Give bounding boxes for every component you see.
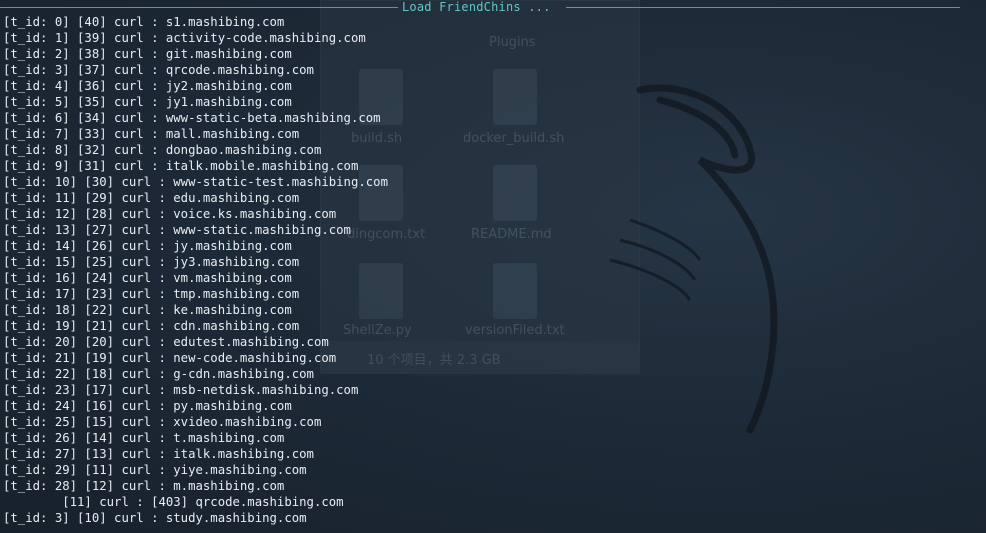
terminal-line: [t_id: 26] [14] curl : t.mashibing.com	[3, 431, 285, 445]
terminal-line: [t_id: 6] [34] curl : www-static-beta.ma…	[3, 111, 381, 125]
terminal-line: [t_id: 13] [27] curl : www-static.mashib…	[3, 223, 351, 237]
folder-label: Plugins	[489, 35, 536, 50]
terminal-line: [11] curl : [403] qrcode.mashibing.com	[3, 495, 344, 509]
terminal-line: [t_id: 21] [19] curl : new-code.mashibin…	[3, 351, 337, 365]
terminal-line: [t_id: 17] [23] curl : tmp.mashibing.com	[3, 287, 300, 301]
terminal-line: [t_id: 7] [33] curl : mall.mashibing.com	[3, 127, 300, 141]
terminal-title: Load FriendChins ...	[402, 0, 551, 14]
terminal-line: [t_id: 1] [39] curl : activity-code.mash…	[3, 31, 366, 45]
text-file-icon	[493, 263, 537, 319]
markdown-file-icon	[493, 165, 537, 221]
terminal-line: [t_id: 20] [20] curl : edutest.mashibing…	[3, 335, 329, 349]
terminal-line: [t_id: 4] [36] curl : jy2.mashibing.com	[3, 79, 292, 93]
terminal-line: [t_id: 24] [16] curl : py.mashibing.com	[3, 399, 292, 413]
terminal-line: [t_id: 19] [21] curl : cdn.mashibing.com	[3, 319, 300, 333]
terminal-line: [t_id: 11] [29] curl : edu.mashibing.com	[3, 191, 300, 205]
terminal-line: [t_id: 3] [37] curl : qrcode.mashibing.c…	[3, 63, 314, 77]
terminal-line: [t_id: 27] [13] curl : italk.mashibing.c…	[3, 447, 314, 461]
file-name: README.md	[471, 227, 552, 242]
terminal-line: [t_id: 22] [18] curl : g-cdn.mashibing.c…	[3, 367, 314, 381]
script-file-icon	[493, 69, 537, 125]
terminal-line: [t_id: 28] [12] curl : m.mashibing.com	[3, 479, 285, 493]
terminal-line: [t_id: 9] [31] curl : italk.mobile.mashi…	[3, 159, 359, 173]
terminal-line: [t_id: 2] [38] curl : git.mashibing.com	[3, 47, 292, 61]
terminal-line: [t_id: 10] [30] curl : www-static-test.m…	[3, 175, 388, 189]
file-name: docker_build.sh	[463, 131, 565, 146]
title-divider-right	[566, 7, 960, 8]
terminal-line: [t_id: 29] [11] curl : yiye.mashibing.co…	[3, 463, 307, 477]
terminal-line: [t_id: 15] [25] curl : jy3.mashibing.com	[3, 255, 300, 269]
terminal-line: [t_id: 3] [10] curl : study.mashibing.co…	[3, 511, 307, 525]
terminal-line: [t_id: 23] [17] curl : msb-netdisk.mashi…	[3, 383, 359, 397]
terminal-line: [t_id: 16] [24] curl : vm.mashibing.com	[3, 271, 292, 285]
terminal-line: [t_id: 14] [26] curl : jy.mashibing.com	[3, 239, 292, 253]
title-divider-left	[0, 7, 398, 8]
terminal-line: [t_id: 0] [40] curl : s1.mashibing.com	[3, 15, 285, 29]
terminal-line: [t_id: 5] [35] curl : jy1.mashibing.com	[3, 95, 292, 109]
file-name: versionFiled.txt	[465, 323, 565, 338]
terminal-line: [t_id: 18] [22] curl : ke.mashibing.com	[3, 303, 292, 317]
terminal-line: [t_id: 8] [32] curl : dongbao.mashibing.…	[3, 143, 322, 157]
terminal-output[interactable]: [t_id: 0] [40] curl : s1.mashibing.com [t…	[3, 14, 388, 526]
terminal-line: [t_id: 12] [28] curl : voice.ks.mashibin…	[3, 207, 337, 221]
dragon-logo-icon	[609, 84, 778, 434]
terminal-line: [t_id: 25] [15] curl : xvideo.mashibing.…	[3, 415, 322, 429]
